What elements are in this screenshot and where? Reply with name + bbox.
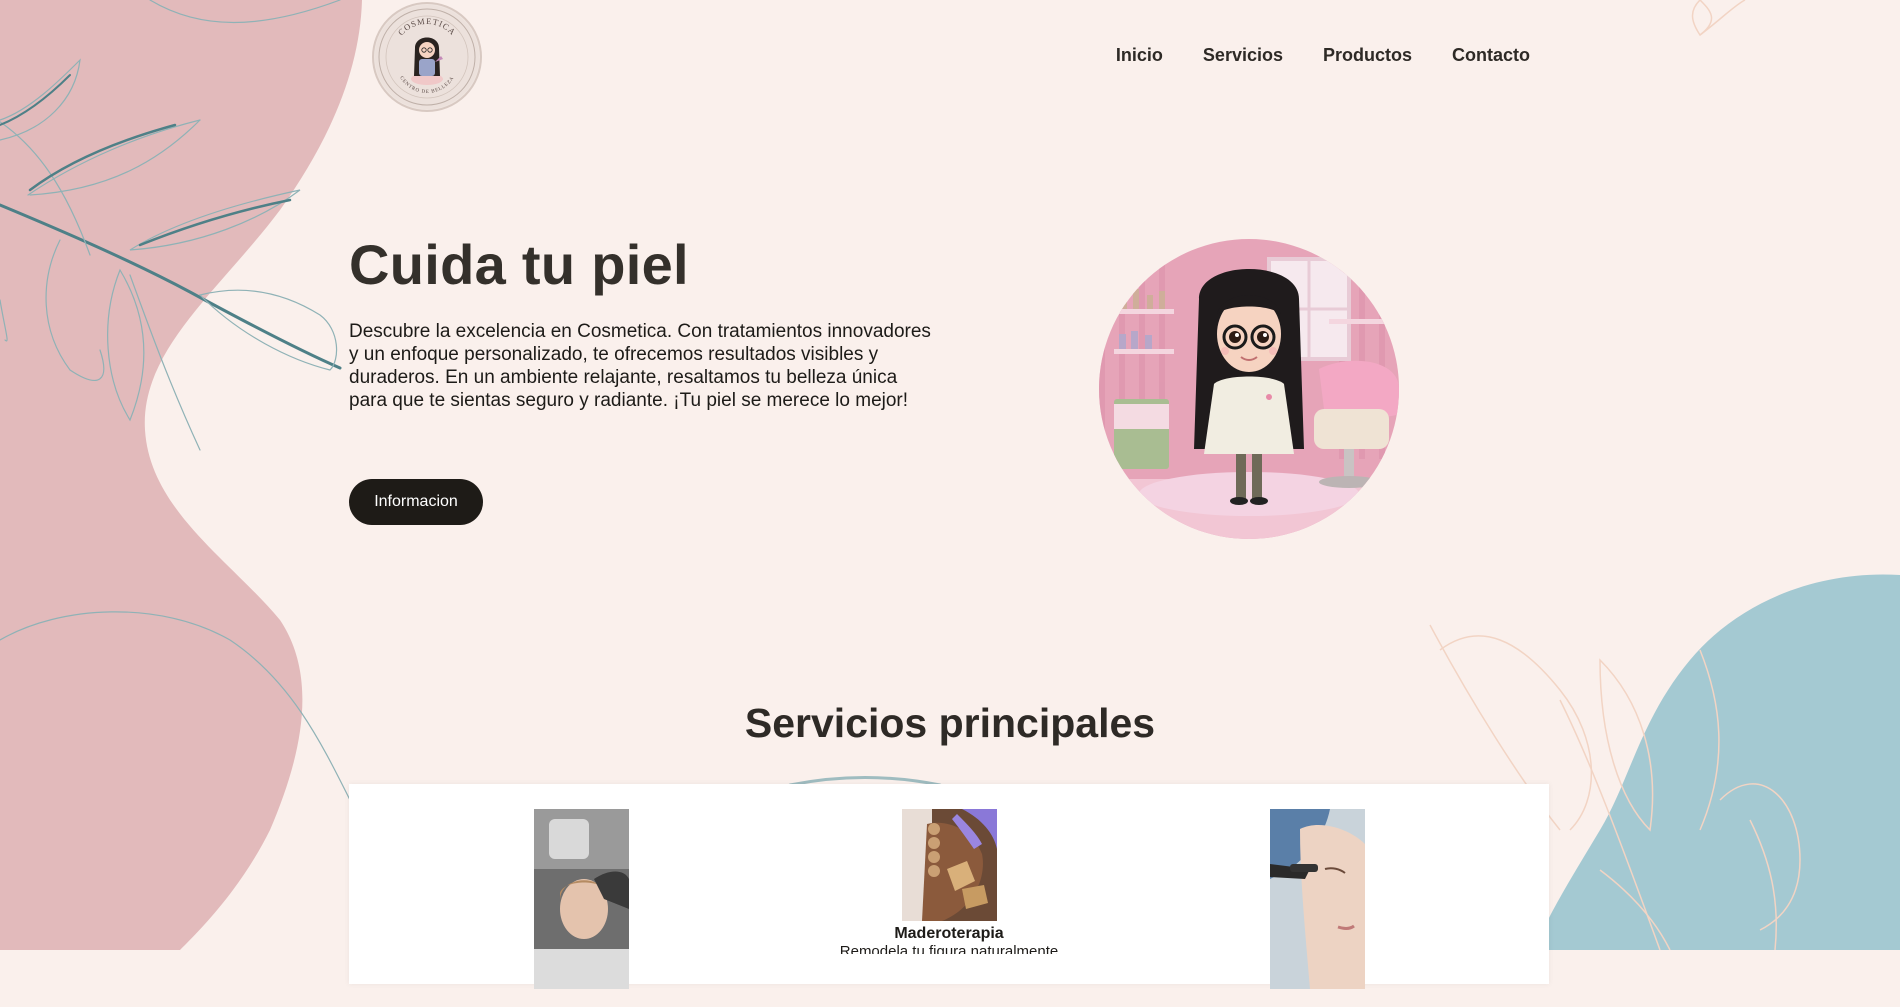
services-panel: Maderoterapia Remodela tu figura natural… bbox=[349, 784, 1549, 989]
hero-avatar-image bbox=[1099, 239, 1399, 539]
nav-productos[interactable]: Productos bbox=[1323, 45, 1412, 66]
pink-blob bbox=[0, 0, 362, 950]
brand-logo[interactable]: COSMETICA CENTRO DE BELLEZA bbox=[372, 2, 482, 112]
service-card-2[interactable]: Maderoterapia Remodela tu figura natural… bbox=[799, 809, 1099, 954]
logo-illustration: COSMETICA CENTRO DE BELLEZA bbox=[378, 8, 476, 106]
info-button[interactable]: Informacion bbox=[349, 479, 483, 525]
svg-text:COSMETICA: COSMETICA bbox=[396, 16, 458, 38]
services-title: Servicios principales bbox=[744, 700, 1156, 746]
service-card-1[interactable] bbox=[431, 809, 731, 1007]
facial-treatment-photo bbox=[533, 809, 629, 994]
service-name: Maderoterapia bbox=[894, 925, 1004, 942]
nav-contacto[interactable]: Contacto bbox=[1452, 45, 1530, 66]
hero-description: Descubre la excelencia en Cosmetica. Con… bbox=[349, 321, 931, 411]
nav-inicio[interactable]: Inicio bbox=[1116, 45, 1163, 66]
hero-title: Cuida tu piel bbox=[349, 233, 689, 296]
wood-therapy-photo bbox=[901, 809, 997, 921]
main-nav: Inicio Servicios Productos Contacto bbox=[1076, 45, 1530, 66]
service-description bbox=[431, 998, 731, 1007]
logo-top-text: COSMETICA bbox=[396, 16, 457, 38]
nav-servicios[interactable]: Servicios bbox=[1203, 45, 1283, 66]
service-card-3[interactable] bbox=[1167, 809, 1467, 1007]
service-description bbox=[1167, 998, 1467, 1007]
injection-treatment-photo bbox=[1269, 809, 1365, 994]
